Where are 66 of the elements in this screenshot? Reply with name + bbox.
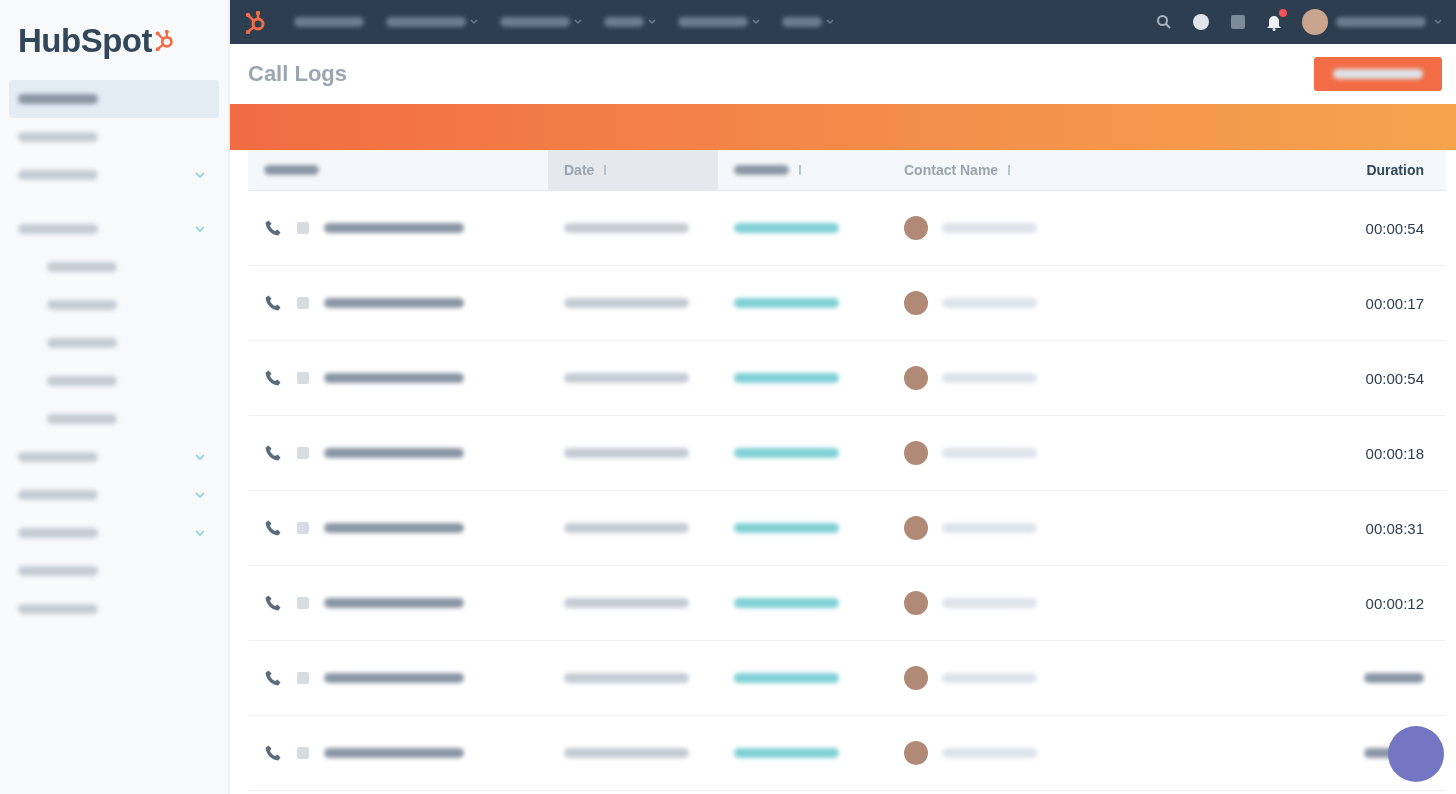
phone-icon bbox=[264, 369, 282, 387]
nav-menu[interactable] bbox=[678, 17, 760, 27]
caret-icon bbox=[470, 19, 478, 25]
obscured-text bbox=[47, 262, 117, 272]
obscured-text bbox=[47, 376, 117, 386]
chevron-down-icon[interactable] bbox=[195, 491, 205, 499]
logo-text: HubSpot bbox=[18, 23, 152, 57]
chevron-down-icon[interactable] bbox=[195, 171, 205, 179]
obscured-text bbox=[47, 338, 117, 348]
column-header[interactable]: Contact Name bbox=[888, 150, 1246, 190]
sprocket-logo-icon bbox=[153, 29, 176, 51]
create-button[interactable] bbox=[1314, 57, 1442, 91]
chevron-down-icon[interactable] bbox=[195, 529, 205, 537]
bell-icon[interactable] bbox=[1266, 13, 1282, 31]
phone-icon bbox=[264, 669, 282, 687]
column-header[interactable]: Duration bbox=[1246, 150, 1446, 190]
sort-icon[interactable] bbox=[602, 164, 609, 176]
avatar-placeholder bbox=[904, 741, 928, 765]
nav-menu[interactable] bbox=[782, 17, 834, 27]
obscured-text bbox=[604, 17, 644, 27]
avatar-placeholder bbox=[904, 441, 928, 465]
avatar-placeholder bbox=[904, 516, 928, 540]
phone-icon bbox=[264, 744, 282, 762]
obscured-text bbox=[264, 165, 319, 175]
avatar-placeholder bbox=[904, 366, 928, 390]
phone-icon bbox=[264, 519, 282, 537]
duration-text: 00:00:54 bbox=[1365, 369, 1424, 387]
avatar-placeholder bbox=[904, 666, 928, 690]
sort-icon[interactable] bbox=[1006, 164, 1013, 176]
obscured-text bbox=[1364, 673, 1424, 683]
caret-icon bbox=[574, 19, 582, 25]
caret-icon bbox=[826, 19, 834, 25]
obscured-text bbox=[782, 17, 822, 27]
obscured-text bbox=[294, 17, 364, 27]
obscured-text bbox=[678, 17, 748, 27]
nav-menu[interactable] bbox=[604, 17, 656, 27]
chevron-down-icon[interactable] bbox=[195, 453, 205, 461]
obscured-text bbox=[47, 414, 117, 424]
page-title: Call Logs bbox=[248, 61, 347, 87]
chat-button[interactable] bbox=[1388, 726, 1444, 782]
duration-text: 00:00:18 bbox=[1365, 444, 1424, 462]
phone-icon bbox=[264, 294, 282, 312]
sidebar-item[interactable] bbox=[9, 80, 219, 118]
obscured-text bbox=[47, 300, 117, 310]
caret-icon bbox=[648, 19, 656, 25]
chevron-down-icon[interactable] bbox=[195, 225, 205, 233]
avatar-placeholder bbox=[904, 591, 928, 615]
caret-icon bbox=[1434, 19, 1442, 25]
search-icon[interactable] bbox=[1156, 14, 1172, 30]
sort-icon[interactable] bbox=[797, 164, 803, 176]
user-menu[interactable] bbox=[1302, 9, 1442, 35]
avatar-placeholder bbox=[904, 216, 928, 240]
obscured-text bbox=[734, 165, 789, 175]
column-header[interactable]: Date bbox=[548, 150, 718, 190]
caret-icon bbox=[752, 19, 760, 25]
phone-icon bbox=[264, 594, 282, 612]
nav-menu[interactable] bbox=[500, 17, 582, 27]
duration-text: 00:00:12 bbox=[1365, 594, 1424, 612]
nav-menu[interactable] bbox=[294, 17, 364, 27]
duration-text: 00:00:54 bbox=[1365, 219, 1424, 237]
duration-text: 00:00:17 bbox=[1365, 294, 1424, 312]
phone-icon bbox=[264, 444, 282, 462]
duration-text: 00:08:31 bbox=[1365, 519, 1424, 537]
phone-icon bbox=[264, 219, 282, 237]
avatar-placeholder bbox=[904, 291, 928, 315]
obscured-text bbox=[500, 17, 570, 27]
